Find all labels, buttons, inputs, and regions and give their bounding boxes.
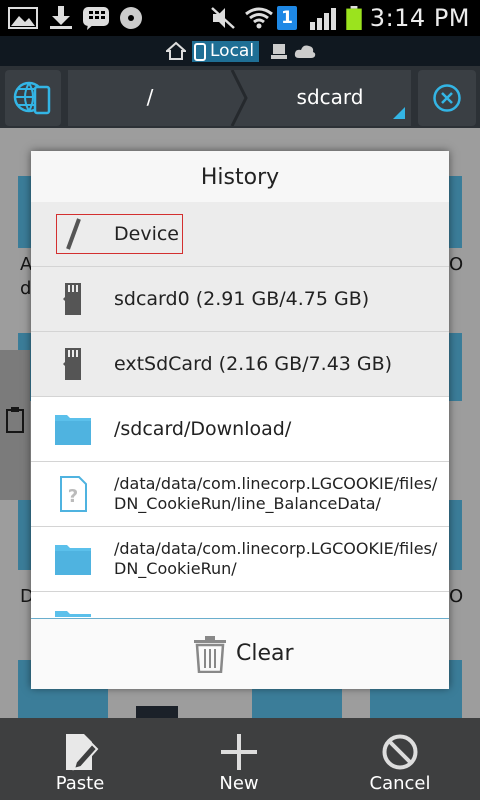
new-button[interactable]: New xyxy=(179,718,299,800)
home-icon[interactable] xyxy=(166,41,186,61)
music-disc-icon xyxy=(120,7,142,29)
history-item-partial[interactable] xyxy=(53,607,93,617)
breadcrumb-separator-icon xyxy=(230,70,248,126)
download-icon xyxy=(50,6,72,29)
history-item-download[interactable]: /sdcard/Download/ xyxy=(31,397,449,462)
cancel-button[interactable]: Cancel xyxy=(340,718,460,800)
clear-history-button[interactable]: Clear xyxy=(31,618,449,689)
trash-icon xyxy=(194,636,226,673)
root-slash-icon xyxy=(66,218,81,250)
history-item-label: /sdcard/Download/ xyxy=(114,418,292,440)
history-item-extsdcard[interactable]: extSdCard (2.16 GB/7.43 GB) xyxy=(31,332,449,397)
cloud-icon[interactable] xyxy=(294,43,316,59)
cancel-label: Cancel xyxy=(369,773,431,794)
svg-text:?: ? xyxy=(68,486,78,507)
history-item-label: /data/data/com.linecorp.LGCOOKIE/files/ … xyxy=(114,539,438,578)
history-item-label: sdcard0 (2.91 GB/4.75 GB) xyxy=(114,288,370,310)
history-item-label: /data/data/com.linecorp.LGCOOKIE/files/ … xyxy=(114,474,438,513)
clear-label: Clear xyxy=(236,641,294,666)
signal-icon xyxy=(310,8,336,30)
plus-icon xyxy=(221,734,257,770)
phone-icon xyxy=(194,42,206,61)
clock: 3:14 PM xyxy=(369,4,470,32)
dropdown-corner-icon xyxy=(393,107,405,119)
globe-device-icon xyxy=(13,81,51,115)
breadcrumb-root[interactable]: / xyxy=(70,72,230,122)
history-item-balance-data[interactable]: ? /data/data/com.linecorp.LGCOOKIE/files… xyxy=(31,462,449,527)
new-label: New xyxy=(219,773,259,794)
wifi-icon xyxy=(245,7,273,29)
close-circle-icon xyxy=(433,84,461,112)
status-bar: 1 3:14 PM xyxy=(0,0,480,36)
sdcard-icon xyxy=(63,283,81,315)
history-item-device[interactable]: Device xyxy=(31,202,449,267)
storage-selector-button[interactable] xyxy=(5,70,61,126)
folder-icon xyxy=(55,545,91,575)
sdcard-icon xyxy=(63,348,81,380)
history-item-cookierun[interactable]: /data/data/com.linecorp.LGCOOKIE/files/ … xyxy=(31,527,449,592)
history-dialog: History Device sdcard0 (2.91 GB/4.75 GB)… xyxy=(31,151,449,689)
paste-button[interactable]: Paste xyxy=(20,718,140,800)
folder-icon xyxy=(55,611,91,617)
battery-icon xyxy=(346,6,362,30)
local-location-tab[interactable]: Local xyxy=(192,41,260,62)
history-item-sdcard0[interactable]: sdcard0 (2.91 GB/4.75 GB) xyxy=(31,267,449,332)
computer-icon[interactable] xyxy=(270,43,288,61)
unknown-file-icon: ? xyxy=(60,476,87,512)
breadcrumb-sdcard[interactable]: sdcard xyxy=(250,72,410,122)
dialog-title: History xyxy=(31,151,449,205)
bbm-icon xyxy=(83,7,109,30)
paste-label: Paste xyxy=(55,773,105,794)
cancel-icon xyxy=(382,734,418,770)
close-window-button[interactable] xyxy=(418,70,476,126)
local-label: Local xyxy=(210,41,255,61)
history-item-label: Device xyxy=(114,223,179,245)
history-item-label: extSdCard (2.16 GB/7.43 GB) xyxy=(114,353,393,375)
paste-icon xyxy=(66,734,99,771)
folder-icon xyxy=(55,415,91,445)
notification-count-badge: 1 xyxy=(277,6,297,30)
gallery-icon xyxy=(8,7,38,29)
mute-icon xyxy=(211,7,235,29)
